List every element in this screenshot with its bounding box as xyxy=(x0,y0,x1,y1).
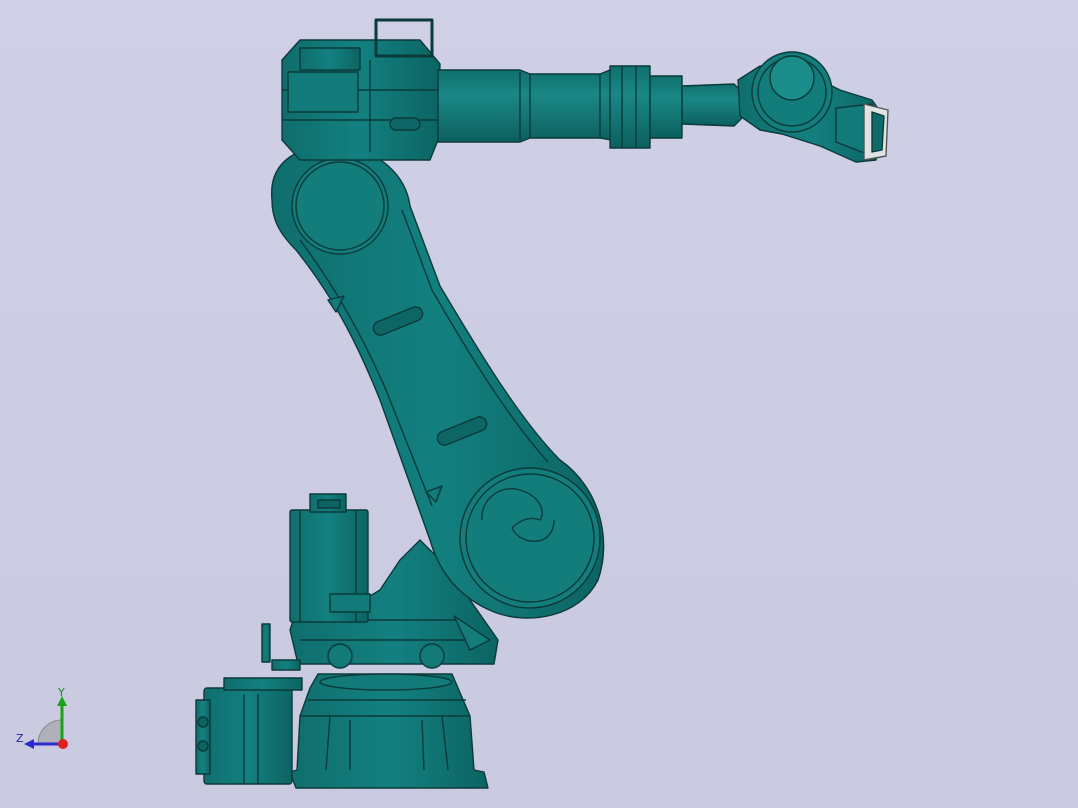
upper-arm-housing xyxy=(281,18,441,161)
robot-base xyxy=(195,673,489,789)
z-axis-label: Z xyxy=(16,732,24,745)
y-axis-label: Y xyxy=(58,686,65,699)
wrist xyxy=(737,51,889,163)
robot-arm-model[interactable] xyxy=(0,0,1078,808)
forearm xyxy=(437,65,743,149)
orientation-triad: Y Z xyxy=(10,684,80,754)
axis2-motor xyxy=(289,493,371,623)
cad-viewport[interactable]: Y Z xyxy=(0,0,1078,808)
